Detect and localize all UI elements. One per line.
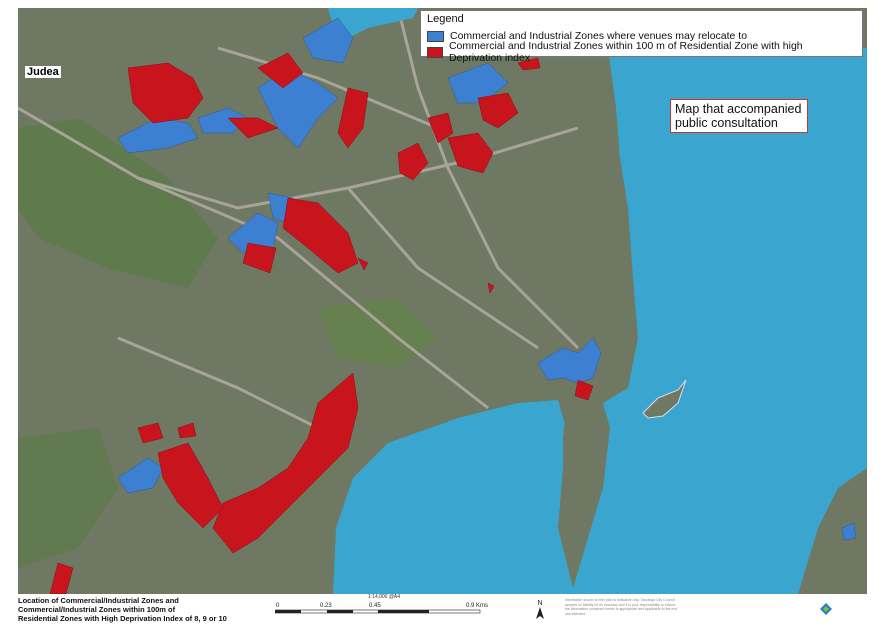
north-label: N [537,600,543,607]
scale-tick: 0.9 [466,603,475,609]
legend-label-deprivation: Commercial and Industrial Zones within 1… [448,40,803,64]
legend-swatch-relocate [427,30,444,42]
council-logo-icon [820,603,832,615]
legend-title: Legend [427,13,464,25]
legend-swatch-deprivation [427,46,443,58]
north-arrow: N [533,600,547,621]
map-title-line: Commercial/Industrial Zones within 100m … [18,605,176,614]
disclaimer-text: Information shown on this plan is indica… [565,598,678,616]
map-title: Location of Commercial/Industrial Zones … [18,596,258,623]
map-canvas[interactable] [18,8,867,594]
map-legend: Legend Commercial and Industrial Zones w… [420,10,863,64]
consultation-callout: Map that accompanied public consultation [670,99,808,133]
council-logo [818,601,868,617]
north-arrow-icon [536,607,544,619]
map-image [18,8,867,594]
map-title-line: Location of Commercial/Industrial Zones … [18,596,179,605]
place-label-judea: Judea [25,66,61,78]
scale-tick: 0.23 [320,603,332,609]
scale-tick: 0.45 [369,603,381,609]
scale-tick: 0 [276,603,280,609]
scale-unit: Kms [476,603,488,609]
map-title-line: Residential Zones with High Deprivation … [18,614,227,623]
legend-item: Commercial and Industrial Zones within 1… [427,40,856,64]
